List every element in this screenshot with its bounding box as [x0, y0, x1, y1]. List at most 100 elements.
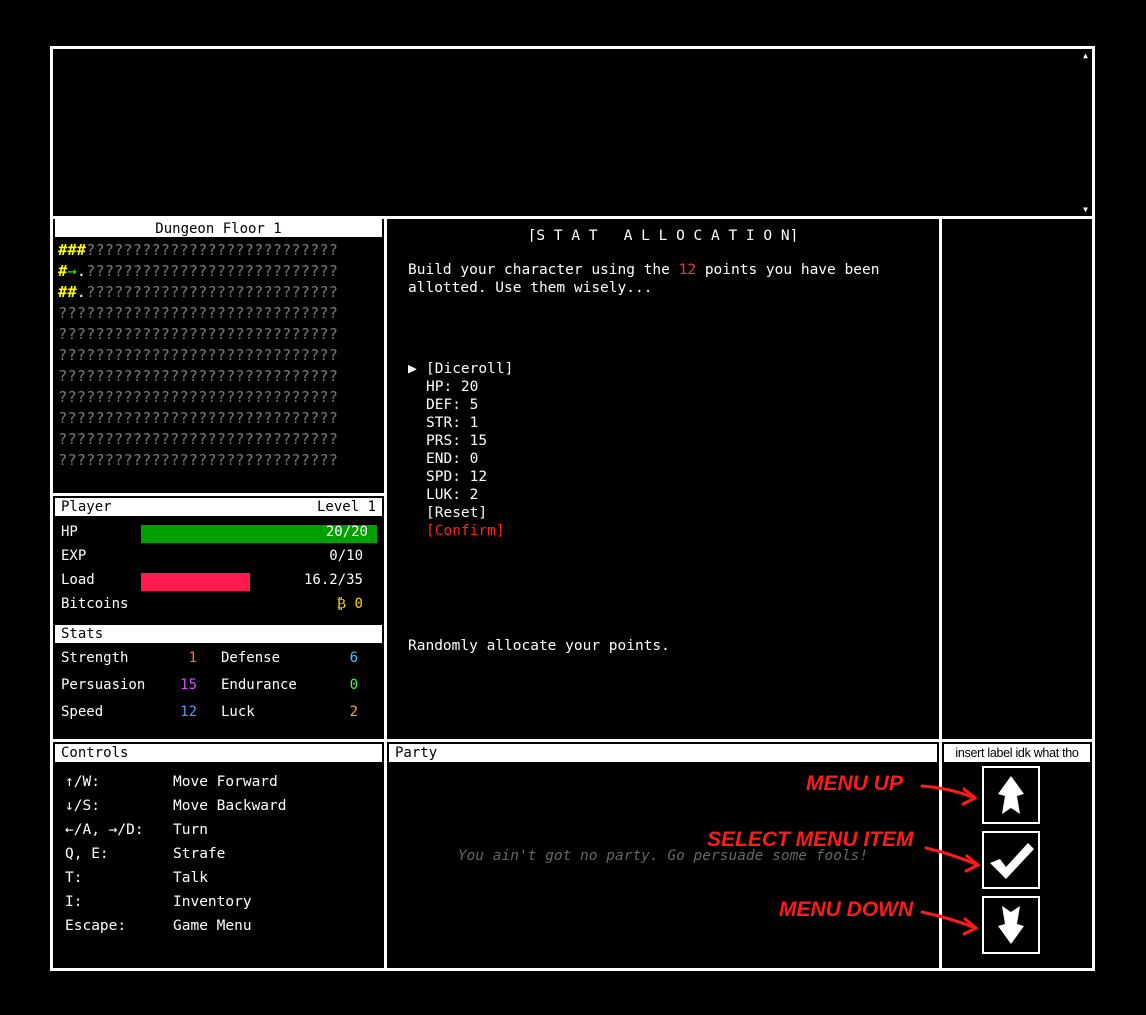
control-key: T:: [65, 870, 83, 886]
message-log[interactable]: ▲ ▼: [53, 49, 1092, 219]
map-row: ??????????????????????????????: [58, 303, 382, 324]
map-cell: ???????????????????????????: [86, 283, 338, 301]
allocation-menu-item[interactable]: DEF: 5: [408, 396, 513, 414]
menu-item-label: SPD: 12: [426, 469, 488, 485]
player-title: Player: [61, 499, 112, 515]
map-cell: ??????????????????????????????: [58, 409, 338, 427]
allocation-menu-item[interactable]: HP: 20: [408, 378, 513, 396]
stat-value: 1: [188, 650, 197, 666]
control-key: Q, E:: [65, 846, 109, 862]
allocation-menu-item[interactable]: PRS: 15: [408, 432, 513, 450]
menu-item-label: DEF: 5: [426, 397, 479, 413]
allocation-intro: Build your character using the 12 points…: [408, 261, 879, 297]
annotation-menu-up: MENU UP: [806, 772, 903, 795]
intro-text-line2: allotted. Use them wisely...: [408, 280, 653, 296]
player-position-icon: →: [67, 262, 77, 280]
intro-text-post: points you have been: [696, 262, 880, 278]
stat-value: 12: [180, 704, 197, 720]
map-cell: ??????????????????????????????: [58, 304, 338, 322]
menu-item-label: PRS: 15: [426, 433, 488, 449]
map-cell: .: [76, 262, 87, 280]
control-row: Escape: Game Menu: [65, 918, 252, 934]
stat-label: Persuasion: [61, 677, 146, 693]
hp-value: 20/20: [325, 524, 368, 540]
stat-label: Strength: [61, 650, 129, 666]
map-row: ??????????????????????????????: [58, 366, 382, 387]
control-action: Move Backward: [173, 798, 287, 814]
allocation-menu-item[interactable]: SPD: 12: [408, 468, 513, 486]
map-panel: Dungeon Floor 1 ###?????????????????????…: [55, 219, 382, 493]
map-row: ??????????????????????????????: [58, 345, 382, 366]
map-cell: ??????????????????????????????: [58, 451, 338, 469]
stats-title: Stats: [55, 625, 382, 643]
menu-item-label: STR: 1: [426, 415, 479, 431]
dungeon-map: ###??????????????????????????? #→.???????…: [55, 240, 382, 471]
allocation-menu-item[interactable]: [Confirm]: [408, 522, 513, 540]
control-row: ↓/S: Move Backward: [65, 798, 287, 814]
player-level: Level 1: [316, 499, 376, 515]
player-header: Player Level 1: [55, 498, 382, 516]
menu-item-label: LUK: 2: [426, 487, 479, 503]
map-cell: ??????????????????????????????: [58, 346, 338, 364]
control-action: Talk: [173, 870, 208, 886]
annotation-select: SELECT MENU ITEM: [707, 828, 914, 851]
control-key: ←/A, →/D:: [65, 822, 144, 838]
stat-value: 2: [349, 704, 358, 720]
menu-up-button[interactable]: [982, 766, 1040, 824]
map-cell: ###: [58, 241, 86, 259]
points-count: 12: [678, 262, 697, 278]
map-cell: ??????????????????????????????: [58, 430, 338, 448]
map-row: ??????????????????????????????: [58, 429, 382, 450]
allocation-menu-item[interactable]: [Reset]: [408, 504, 513, 522]
menu-item-label: [Diceroll]: [426, 361, 514, 377]
map-cell: #: [58, 262, 68, 280]
map-row: ??????????????????????????????: [58, 408, 382, 429]
load-value: 16.2/35: [303, 572, 363, 588]
stat-allocation-panel: ⌈S T A T A L L O C A T I O N⌉ Build your…: [387, 219, 939, 739]
control-action: Game Menu: [173, 918, 252, 934]
hp-label: HP: [61, 524, 78, 540]
stat-label: Endurance: [221, 677, 297, 693]
map-row: ###???????????????????????????: [58, 240, 382, 261]
allocation-menu-item[interactable]: LUK: 2: [408, 486, 513, 504]
selection-cursor-icon: ▶: [408, 361, 417, 377]
annotation-menu-down: MENU DOWN: [779, 898, 914, 921]
allocation-menu-item[interactable]: STR: 1: [408, 414, 513, 432]
control-row: I: Inventory: [65, 894, 252, 910]
allocation-title: ⌈S T A T A L L O C A T I O N⌉: [527, 228, 799, 244]
map-cell: ??????????????????????????????: [58, 325, 338, 343]
bitcoins-label: Bitcoins: [61, 596, 129, 612]
party-title: Party: [389, 744, 937, 762]
menu-down-button[interactable]: [982, 896, 1040, 954]
exp-row: EXP 0/10: [61, 546, 376, 566]
bitcoins-value: ₿ 0: [336, 596, 363, 612]
arrow-down-icon: [998, 906, 1024, 944]
checkmark-icon: [990, 843, 1034, 879]
select-menu-item-button[interactable]: [982, 831, 1040, 889]
exp-value: 0/10: [329, 548, 363, 564]
allocation-help: Randomly allocate your points.: [408, 638, 670, 654]
stat-value: 0: [349, 677, 358, 693]
scroll-up-icon[interactable]: ▲: [1083, 51, 1088, 60]
scroll-down-icon[interactable]: ▼: [1083, 205, 1088, 214]
allocation-menu: ▶ [Diceroll] HP: 20 DEF: 5 STR: 1 PRS: 15 END:…: [408, 360, 513, 540]
control-action: Strafe: [173, 846, 226, 862]
map-row: ??????????????????????????????: [58, 324, 382, 345]
map-row: ??????????????????????????????: [58, 387, 382, 408]
controls-panel: Controls ↑/W: Move Forward ↓/S: Move Backwa…: [55, 744, 382, 968]
map-title: Dungeon Floor 1: [55, 219, 382, 237]
control-row: Q, E: Strafe: [65, 846, 225, 862]
menu-item-label: END: 0: [426, 451, 479, 467]
side-label: insert label idk what tho: [944, 744, 1090, 762]
map-row: ##.???????????????????????????: [58, 282, 382, 303]
menu-item-label: [Reset]: [426, 505, 488, 521]
arrow-up-icon: [998, 776, 1024, 814]
hp-row: HP 20/20: [61, 522, 377, 543]
allocation-menu-item[interactable]: ▶ [Diceroll]: [408, 360, 513, 378]
control-action: Turn: [173, 822, 208, 838]
menu-item-label: [Confirm]: [426, 523, 505, 539]
stat-label: Luck: [221, 704, 255, 720]
map-cell: ??????????????????????????????: [58, 388, 338, 406]
load-row: Load 16.2/35: [61, 570, 376, 591]
allocation-menu-item[interactable]: END: 0: [408, 450, 513, 468]
